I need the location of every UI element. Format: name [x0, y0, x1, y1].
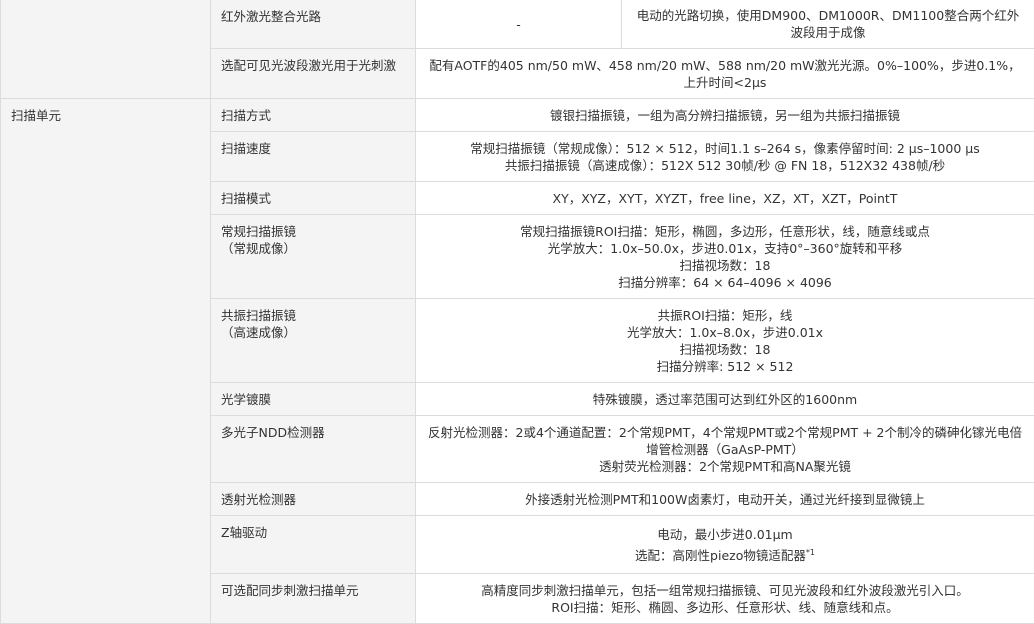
- spec-label-ir-path: 红外激光整合光路: [211, 0, 416, 49]
- galvo-value-line: 扫描视场数：18: [426, 257, 1024, 274]
- ndd-value-line: 反射光检测器：2或4个通道配置：2个常规PMT，4个常规PMT或2个常规PMT …: [426, 424, 1024, 458]
- z-drive-option-line: 选配：高刚性piezo物镜适配器*1: [426, 545, 1024, 566]
- spec-value-trans-detector: 外接透射光检测PMT和100W卤素灯，电动开关，通过光纤接到显微镜上: [416, 483, 1034, 516]
- footnote-marker: *1: [806, 548, 815, 557]
- resonant-label-line: （高速成像）: [221, 324, 405, 341]
- spec-label-galvo: 常规扫描振镜 （常规成像）: [211, 215, 416, 299]
- sync-unit-value-line: 高精度同步刺激扫描单元，包括一组常规扫描振镜、可见光波段和红外波段激光引入口。: [426, 582, 1024, 599]
- resonant-value-line: 扫描视场数：18: [426, 341, 1024, 358]
- spec-value-visible-laser: 配有AOTF的405 nm/50 mW、458 nm/20 mW、588 nm/…: [416, 49, 1034, 99]
- spec-label-resonant: 共振扫描振镜 （高速成像）: [211, 299, 416, 383]
- spec-label-scan-mode: 扫描模式: [211, 182, 416, 215]
- spec-value-ndd: 反射光检测器：2或4个通道配置：2个常规PMT，4个常规PMT或2个常规PMT …: [416, 416, 1034, 483]
- scan-speed-line: 共振扫描振镜（高速成像）：512X 512 30帧/秒 @ FN 18，512X…: [426, 157, 1024, 174]
- scan-speed-line: 常规扫描振镜（常规成像）：512 × 512，时间1.1 s–264 s，像素停…: [426, 140, 1024, 157]
- spec-label-coating: 光学镀膜: [211, 383, 416, 416]
- spec-label-scan-speed: 扫描速度: [211, 132, 416, 182]
- spec-value-ir-path-col2: 电动的光路切换，使用DM900、DM1000R、DM1100整合两个红外波段用于…: [622, 0, 1034, 49]
- spec-table: 红外激光整合光路 - 电动的光路切换，使用DM900、DM1000R、DM110…: [0, 0, 1034, 624]
- spec-label-sync-unit: 可选配同步刺激扫描单元: [211, 574, 416, 624]
- resonant-value-line: 光学放大：1.0x–8.0x，步进0.01x: [426, 324, 1024, 341]
- ndd-value-line: 透射荧光检测器：2个常规PMT和高NA聚光镜: [426, 458, 1024, 475]
- spec-label-scan-method: 扫描方式: [211, 99, 416, 132]
- category-scan-unit: 扫描单元: [1, 99, 211, 624]
- resonant-value-line: 共振ROI扫描：矩形，线: [426, 307, 1024, 324]
- spec-value-resonant: 共振ROI扫描：矩形，线 光学放大：1.0x–8.0x，步进0.01x 扫描视场…: [416, 299, 1034, 383]
- spec-value-scan-method: 镀银扫描振镜，一组为高分辨扫描振镜，另一组为共振扫描振镜: [416, 99, 1034, 132]
- spec-label-z-drive: Z轴驱动: [211, 516, 416, 574]
- galvo-label-line: 常规扫描振镜: [221, 223, 405, 240]
- spec-label-trans-detector: 透射光检测器: [211, 483, 416, 516]
- galvo-value-line: 光学放大：1.0x–50.0x，步进0.01x，支持0°–360°旋转和平移: [426, 240, 1024, 257]
- spec-value-z-drive: 电动，最小步进0.01µm 选配：高刚性piezo物镜适配器*1: [416, 516, 1034, 574]
- spec-value-sync-unit: 高精度同步刺激扫描单元，包括一组常规扫描振镜、可见光波段和红外波段激光引入口。 …: [416, 574, 1034, 624]
- resonant-label-line: 共振扫描振镜: [221, 307, 405, 324]
- spec-value-scan-speed: 常规扫描振镜（常规成像）：512 × 512，时间1.1 s–264 s，像素停…: [416, 132, 1034, 182]
- spec-value-galvo: 常规扫描振镜ROI扫描：矩形，椭圆，多边形，任意形状，线，随意线或点 光学放大：…: [416, 215, 1034, 299]
- spec-label-visible-laser: 选配可见光波段激光用于光刺激: [211, 49, 416, 99]
- spec-value-scan-mode: XY，XYZ，XYT，XYZT，free line，XZ，XT，XZT，Poin…: [416, 182, 1034, 215]
- spec-value-coating: 特殊镀膜，透过率范围可达到红外区的1600nm: [416, 383, 1034, 416]
- spec-label-ndd: 多光子NDD检测器: [211, 416, 416, 483]
- sync-unit-value-line: ROI扫描：矩形、椭圆、多边形、任意形状、线、随意线和点。: [426, 599, 1024, 616]
- spec-row-scan-method: 扫描单元 扫描方式 镀银扫描振镜，一组为高分辨扫描振镜，另一组为共振扫描振镜: [1, 99, 1034, 132]
- z-drive-option-text: 选配：高刚性piezo物镜适配器: [635, 548, 806, 563]
- spec-row-ir-path: 红外激光整合光路 - 电动的光路切换，使用DM900、DM1000R、DM110…: [1, 0, 1034, 49]
- resonant-value-line: 扫描分辨率: 512 × 512: [426, 358, 1024, 375]
- galvo-value-line: 常规扫描振镜ROI扫描：矩形，椭圆，多边形，任意形状，线，随意线或点: [426, 223, 1024, 240]
- galvo-value-line: 扫描分辨率：64 × 64–4096 × 4096: [426, 274, 1024, 291]
- spec-value-ir-path-col1: -: [416, 0, 622, 49]
- z-drive-value-line: 电动，最小步进0.01µm: [426, 524, 1024, 545]
- galvo-label-line: （常规成像）: [221, 240, 405, 257]
- category-cell-empty: [1, 0, 211, 99]
